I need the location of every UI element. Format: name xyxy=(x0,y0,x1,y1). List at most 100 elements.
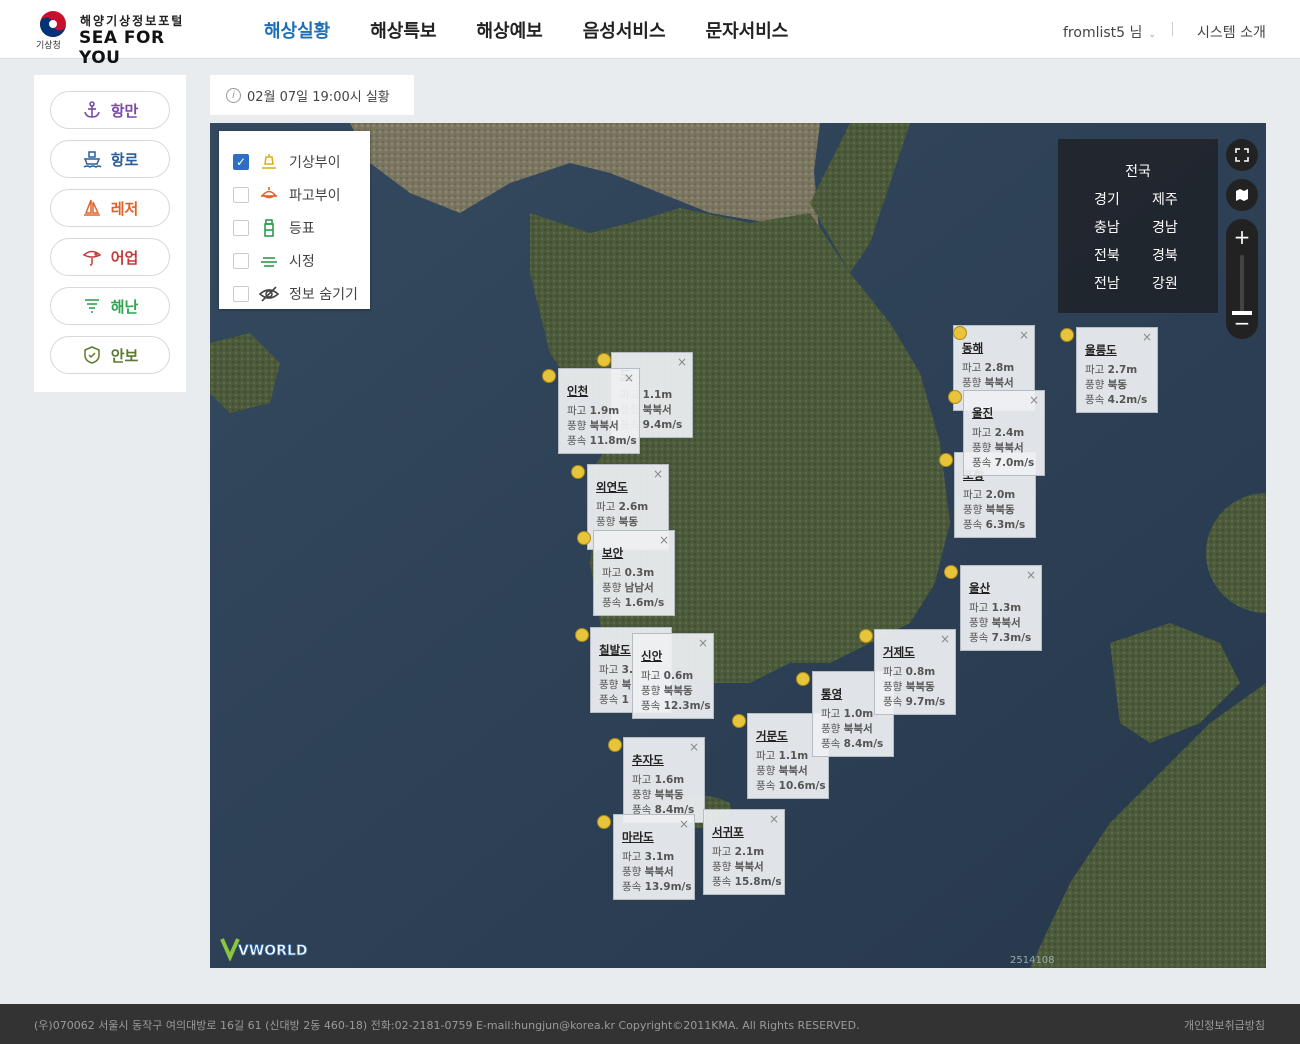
close-icon[interactable]: × xyxy=(1026,568,1036,582)
speed-label: 풍속 xyxy=(567,435,587,447)
zoom-out-button[interactable]: − xyxy=(1226,311,1258,335)
legend-beacon[interactable]: 등표 xyxy=(233,217,315,239)
weather-buoy-marker[interactable] xyxy=(1060,328,1074,342)
nav-warning[interactable]: 해상특보 xyxy=(370,17,436,43)
buoy-name[interactable]: 보안 xyxy=(602,545,623,561)
footer-address: (우)070062 서울시 동작구 여의대방로 16길 61 (신대방 2동 4… xyxy=(34,1019,860,1032)
fullscreen-button[interactable] xyxy=(1226,139,1258,171)
weather-buoy-marker[interactable] xyxy=(608,738,622,752)
sidebar-item-leisure[interactable]: 레저 xyxy=(50,189,170,227)
close-icon[interactable]: × xyxy=(1029,393,1039,407)
rescue-icon xyxy=(84,299,99,313)
sidebar-item-label: 항로 xyxy=(110,150,139,169)
buoy-name[interactable]: 거문도 xyxy=(756,728,788,744)
region-all[interactable]: 전국 xyxy=(1058,161,1218,181)
buoy-name[interactable]: 동해 xyxy=(962,340,983,356)
buoy-name[interactable]: 마라도 xyxy=(622,829,654,845)
region-jeju[interactable]: 제주 xyxy=(1152,189,1178,209)
legend-visibility[interactable]: 시정 xyxy=(233,250,315,272)
region-gyeonggi[interactable]: 경기 xyxy=(1094,189,1120,209)
checkbox-wave-buoy[interactable] xyxy=(233,187,249,203)
sidebar-item-rescue[interactable]: 해난 xyxy=(50,287,170,325)
nav-voice[interactable]: 음성서비스 xyxy=(583,17,666,43)
wave-value: 1.6m xyxy=(654,774,685,786)
weather-buoy-marker[interactable] xyxy=(575,628,589,642)
nav-realtime[interactable]: 해상실황 xyxy=(264,17,330,43)
buoy-name[interactable]: 울산 xyxy=(969,580,990,596)
close-icon[interactable]: × xyxy=(624,371,634,385)
weather-buoy-marker[interactable] xyxy=(948,390,962,404)
close-icon[interactable]: × xyxy=(689,740,699,754)
zoom-in-button[interactable]: + xyxy=(1226,225,1258,249)
privacy-policy-link[interactable]: 개인정보취급방침 xyxy=(1184,1017,1265,1033)
weather-buoy-marker[interactable] xyxy=(944,565,958,579)
speed-value: 9.7m/s xyxy=(905,696,946,708)
speed-label: 풍속 xyxy=(972,457,992,469)
region-jeonnam[interactable]: 전남 xyxy=(1094,273,1120,293)
dir-value: 북북동 xyxy=(663,685,693,697)
checkbox-visibility[interactable] xyxy=(233,253,249,269)
legend-weather-buoy[interactable]: ✓ 기상부이 xyxy=(233,151,341,173)
checkbox-hide-info[interactable] xyxy=(233,286,249,302)
close-icon[interactable]: × xyxy=(659,533,669,547)
buoy-name[interactable]: 서귀포 xyxy=(712,824,744,840)
sidebar-item-port[interactable]: 항만 xyxy=(50,91,170,129)
buoy-name[interactable]: 추자도 xyxy=(632,752,664,768)
sail-icon xyxy=(83,199,100,216)
buoy-name[interactable]: 신안 xyxy=(641,648,662,664)
weather-buoy-marker[interactable] xyxy=(796,672,810,686)
buoy-name[interactable]: 칠발도 xyxy=(599,642,631,658)
buoy-name[interactable]: 통영 xyxy=(821,686,842,702)
sidebar-item-security[interactable]: 안보 xyxy=(50,336,170,374)
close-icon[interactable]: × xyxy=(679,817,689,831)
speed-label: 풍속 xyxy=(641,700,661,712)
close-icon[interactable]: × xyxy=(1019,328,1029,342)
close-icon[interactable]: × xyxy=(677,355,687,369)
weather-buoy-marker[interactable] xyxy=(542,369,556,383)
legend-wave-buoy[interactable]: 파고부이 xyxy=(233,184,341,206)
dir-label: 풍향 xyxy=(972,442,992,454)
buoy-name[interactable]: 울진 xyxy=(972,405,993,421)
nav-forecast[interactable]: 해상예보 xyxy=(477,17,543,43)
weather-buoy-marker[interactable] xyxy=(939,453,953,467)
info-icon: i xyxy=(226,87,241,103)
satellite-map[interactable]: ✓ 기상부이 파고부이 등표 시정 정보 숨기기 전국 경기 제주 충남 경남 … xyxy=(210,123,1266,968)
weather-buoy-marker[interactable] xyxy=(577,531,591,545)
weather-buoy-marker[interactable] xyxy=(597,353,611,367)
zoom-track[interactable] xyxy=(1240,255,1244,313)
weather-buoy-marker[interactable] xyxy=(953,326,967,340)
region-jeonbuk[interactable]: 전북 xyxy=(1094,245,1120,265)
buoy-name[interactable]: 울릉도 xyxy=(1085,342,1117,358)
map-type-button[interactable] xyxy=(1226,179,1258,211)
logo-subtitle: 해양기상정보포털 xyxy=(80,14,185,28)
region-chungnam[interactable]: 충남 xyxy=(1094,217,1120,237)
weather-buoy-marker[interactable] xyxy=(859,629,873,643)
close-icon[interactable]: × xyxy=(1142,330,1152,344)
buoy-name[interactable]: 거제도 xyxy=(883,644,915,660)
legend-hide-info[interactable]: 정보 숨기기 xyxy=(233,283,358,305)
close-icon[interactable]: × xyxy=(769,812,779,826)
weather-buoy-marker[interactable] xyxy=(571,465,585,479)
dir-label: 풍향 xyxy=(963,504,983,516)
sidebar-item-route[interactable]: 항로 xyxy=(50,140,170,178)
site-logo[interactable]: 기상청 해양기상정보포털 SEA FOR YOU xyxy=(36,8,206,68)
checkbox-weather-buoy[interactable]: ✓ xyxy=(233,154,249,170)
weather-buoy-marker[interactable] xyxy=(732,714,746,728)
checkbox-beacon[interactable] xyxy=(233,220,249,236)
buoy-name[interactable]: 외연도 xyxy=(596,479,628,495)
weather-buoy-marker[interactable] xyxy=(597,815,611,829)
user-menu[interactable]: fromlist5 님 ⌄ xyxy=(1063,22,1156,42)
region-gangwon[interactable]: 강원 xyxy=(1152,273,1178,293)
sidebar-item-fishing[interactable]: 어업 xyxy=(50,238,170,276)
close-icon[interactable]: × xyxy=(653,467,663,481)
close-icon[interactable]: × xyxy=(940,632,950,646)
speed-label: 풍속 xyxy=(821,738,841,750)
system-intro-link[interactable]: 시스템 소개 xyxy=(1197,22,1266,42)
wave-value: 1.9m xyxy=(589,405,620,417)
close-icon[interactable]: × xyxy=(698,636,708,650)
region-gyeongnam[interactable]: 경남 xyxy=(1152,217,1178,237)
region-gyeongbuk[interactable]: 경북 xyxy=(1152,245,1178,265)
wave-label: 파고 xyxy=(821,708,841,720)
buoy-name[interactable]: 인천 xyxy=(567,383,588,399)
nav-sms[interactable]: 문자서비스 xyxy=(706,17,789,43)
